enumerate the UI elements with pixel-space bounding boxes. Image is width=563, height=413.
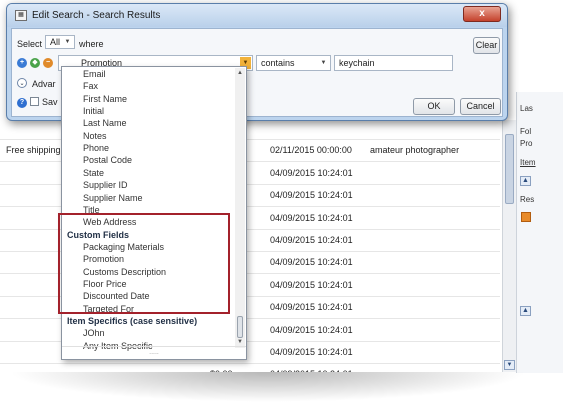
field-option[interactable]: Fax [83, 80, 98, 92]
row-date: 04/09/2015 10:24:01 [270, 212, 353, 223]
field-option[interactable]: Initial [83, 105, 104, 117]
remove-condition-icon[interactable]: − [43, 58, 53, 68]
add-condition-icon[interactable]: + [17, 58, 27, 68]
dropdown-scroll-thumb[interactable] [237, 316, 243, 338]
field-option[interactable]: Postal Code [83, 154, 132, 166]
save-label: Sav [42, 97, 58, 107]
where-label: where [79, 39, 104, 49]
field-option[interactable]: JOhn [83, 327, 105, 339]
field-option[interactable]: Supplier Name [83, 192, 143, 204]
row-date: 04/09/2015 10:24:01 [270, 324, 353, 335]
search-value-input[interactable]: keychain [334, 55, 453, 71]
row-date: 04/09/2015 10:24:01 [270, 279, 353, 290]
expand-advanced-icon[interactable]: ⌄ [17, 78, 27, 88]
group-condition-icon[interactable]: ◆ [30, 58, 40, 68]
search-value: keychain [339, 58, 375, 68]
dialog-titlebar[interactable]: ▦ Edit Search - Search Results x [7, 4, 507, 27]
field-option[interactable]: Phone [83, 142, 109, 154]
row-date: 04/09/2015 10:24:01 [270, 167, 353, 178]
resize-grip-icon[interactable]: ..... [62, 346, 246, 359]
ok-button[interactable]: OK [413, 98, 455, 115]
collapse-up-icon[interactable]: ▲ [520, 306, 531, 316]
cancel-button[interactable]: Cancel [460, 98, 501, 115]
row-date: 04/09/2015 10:24:01 [270, 257, 353, 268]
report-icon[interactable] [521, 212, 531, 222]
panel-label: Res [520, 195, 535, 204]
operator-combobox[interactable]: contains ▼ [256, 55, 331, 71]
field-option[interactable]: Supplier ID [83, 179, 128, 191]
right-side-panel: Las Fol Pro Item ▲ Res ▲ [516, 92, 563, 373]
calendar-icon: ▦ [15, 10, 27, 21]
row-date: 04/09/2015 10:24:01 [270, 235, 353, 245]
field-option[interactable]: Last Name [83, 117, 127, 129]
field-option[interactable]: Email [83, 68, 106, 80]
row-description: Free shipping [6, 145, 61, 156]
row-date: 04/09/2015 10:24:01 [270, 302, 353, 313]
select-label: Select [17, 39, 43, 49]
clear-button[interactable]: Clear [473, 37, 500, 54]
operator-value: contains [261, 58, 295, 68]
collapse-up-icon[interactable]: ▲ [520, 176, 531, 186]
row-note: amateur photographer [370, 145, 460, 156]
field-option[interactable]: First Name [83, 93, 127, 105]
advanced-label[interactable]: Advar [32, 79, 56, 89]
dropdown-scrollbar[interactable]: ▲ ▼ [235, 68, 245, 348]
row-date: 04/09/2015 10:24:01 [270, 190, 353, 201]
results-scrollbar[interactable]: ▼ [502, 120, 516, 372]
row-date: 02/11/2015 00:00:00 [270, 145, 352, 156]
close-button[interactable]: x [463, 6, 501, 22]
chevron-down-icon: ▼ [64, 39, 71, 45]
highlight-box [58, 213, 230, 314]
dialog-title: Edit Search - Search Results [32, 10, 161, 21]
results-scroll-thumb[interactable] [505, 134, 514, 204]
select-scope-combobox[interactable]: All ▼ [45, 35, 75, 49]
panel-label: Fol [520, 127, 532, 136]
field-option[interactable]: State [83, 167, 104, 179]
row-date: 04/09/2015 10:24:01 [270, 347, 353, 357]
scroll-up-arrow-icon[interactable]: ▲ [236, 69, 244, 77]
option-group-header: Item Specifics (case sensitive) [67, 316, 198, 326]
scroll-down-arrow-icon[interactable]: ▼ [504, 360, 515, 370]
select-scope-value: All [50, 37, 61, 47]
panel-label: Las [520, 104, 533, 113]
field-option[interactable]: Notes [83, 130, 107, 142]
window-shadow [8, 372, 528, 402]
save-checkbox[interactable] [30, 97, 39, 106]
help-icon[interactable]: ? [17, 98, 27, 108]
panel-link[interactable]: Item [520, 158, 536, 167]
chevron-down-icon: ▼ [320, 60, 327, 66]
scroll-down-arrow-icon[interactable]: ▼ [236, 338, 244, 346]
table-row[interactable]: $0.0004/09/2015 10:24:01 [0, 365, 500, 372]
panel-label: Pro [520, 139, 533, 148]
